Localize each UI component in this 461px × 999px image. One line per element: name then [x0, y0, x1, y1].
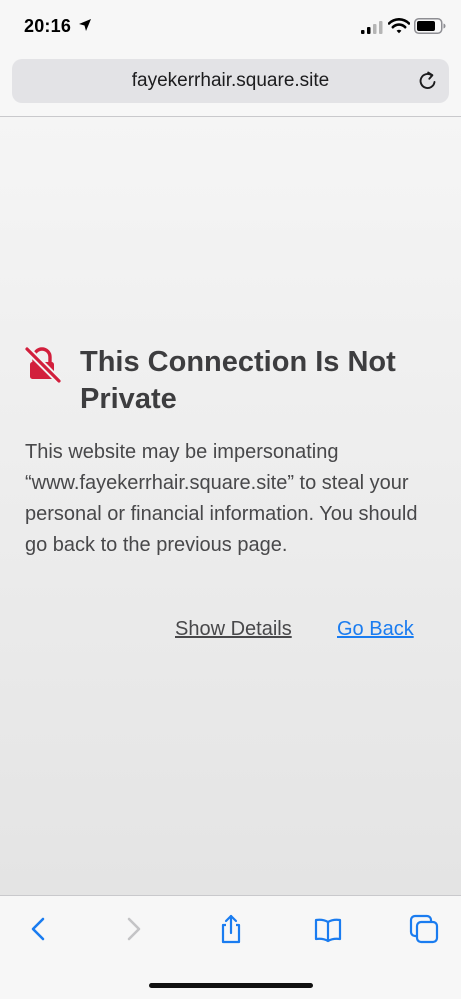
cellular-signal-icon — [361, 21, 383, 34]
error-page: This Connection Is Not Private This webs… — [0, 117, 461, 895]
status-bar: 20:16 — [0, 0, 461, 56]
address-area: fayekerrhair.square.site — [0, 56, 461, 117]
error-title: This Connection Is Not Private — [80, 346, 396, 415]
status-time: 20:16 — [24, 16, 72, 36]
tabs-icon[interactable] — [409, 914, 439, 944]
broken-lock-icon — [24, 346, 62, 384]
back-icon[interactable] — [24, 914, 54, 944]
bottom-toolbar — [0, 895, 461, 999]
battery-icon — [414, 18, 446, 34]
show-details-link[interactable]: Show Details — [175, 618, 292, 641]
address-url[interactable]: fayekerrhair.square.site — [12, 59, 449, 103]
bookmarks-icon[interactable] — [313, 914, 343, 944]
wifi-icon — [388, 18, 410, 34]
address-bar[interactable]: fayekerrhair.square.site — [12, 59, 449, 103]
home-indicator[interactable] — [149, 983, 313, 988]
location-arrow-icon — [79, 19, 91, 31]
reload-icon[interactable] — [417, 70, 439, 92]
go-back-link[interactable]: Go Back — [337, 618, 414, 641]
forward-icon[interactable] — [118, 914, 148, 944]
share-icon[interactable] — [216, 914, 246, 944]
error-message: This website may be impersonating “www.f… — [25, 441, 418, 556]
